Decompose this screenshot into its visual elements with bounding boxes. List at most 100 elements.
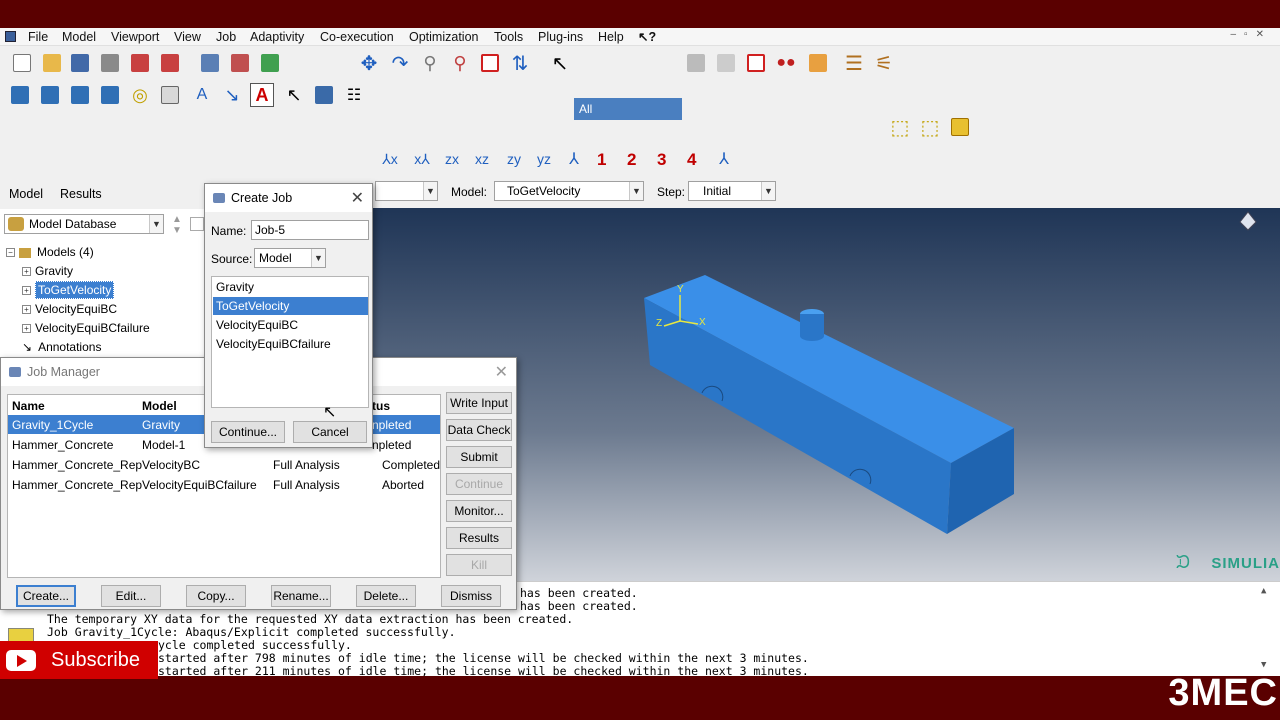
model-list-item[interactable]: Gravity (216, 280, 254, 294)
kill-button[interactable]: Kill (446, 554, 512, 576)
close-icon[interactable]: ✕ (495, 362, 508, 382)
cancel-button[interactable]: Cancel (293, 421, 367, 443)
tab-model[interactable]: Model (9, 187, 43, 201)
job-row-name[interactable]: Hammer_Concrete (12, 438, 113, 452)
job-row-model[interactable]: Gravity (142, 418, 180, 432)
mesh-cube-icon[interactable] (198, 51, 222, 75)
shaded-cube-icon[interactable] (948, 115, 972, 139)
mesh-cube-red-icon[interactable] (228, 51, 252, 75)
view-1-button[interactable]: 1 (597, 150, 606, 170)
subscribe-button[interactable]: Subscribe (0, 641, 158, 679)
menu-viewport[interactable]: Viewport (111, 28, 159, 46)
new-file-icon[interactable] (10, 51, 34, 75)
table-icon[interactable] (158, 83, 182, 107)
hidden-cube-icon[interactable]: ⬚ (918, 115, 942, 139)
tree-annotations-node[interactable]: ↘ Annotations (22, 340, 101, 354)
step-combo[interactable]: Initial ▼ (688, 181, 776, 201)
rotate-icon[interactable]: ↷ (388, 51, 412, 75)
model-list-item[interactable]: VelocityEquiBCfailure (216, 337, 331, 351)
model-combo[interactable]: ToGetVelocity ▼ (494, 181, 644, 201)
import-icon[interactable] (128, 51, 152, 75)
scroll-up-icon[interactable]: ▲ (1261, 586, 1266, 596)
job-row-model[interactable]: VelocityEquiBCfailure (142, 478, 257, 492)
ladder-2-icon[interactable]: ⚟ (872, 51, 896, 75)
module-combo[interactable]: ▼ (375, 181, 438, 201)
source-combo[interactable]: Model ▼ (254, 248, 326, 268)
auto-fit-icon[interactable] (478, 51, 502, 75)
view-4-button[interactable]: 4 (687, 150, 696, 170)
column-header-model[interactable]: Model (142, 399, 177, 413)
message-tab-icon[interactable] (8, 628, 34, 642)
job-row-name[interactable]: Hammer_Concrete_Rep (12, 458, 142, 472)
job-name-field[interactable] (251, 220, 369, 240)
menu-view[interactable]: View (174, 28, 201, 46)
legend-icon[interactable] (312, 83, 336, 107)
zoom-box-icon[interactable]: ⚲ (448, 51, 472, 75)
select-arrow-icon[interactable]: ↖ (548, 51, 572, 75)
job-row-status[interactable]: npleted (372, 438, 411, 452)
column-header-name[interactable]: Name (12, 399, 45, 413)
menu-plug-ins[interactable]: Plug-ins (538, 28, 583, 46)
results-button[interactable]: Results (446, 527, 512, 549)
context-help-icon[interactable]: ↖? (638, 28, 656, 46)
menu-help[interactable]: Help (598, 28, 624, 46)
job-row-model[interactable]: VelocityBC (142, 458, 200, 472)
pointer-icon[interactable]: ↖ (282, 83, 306, 107)
copy-button[interactable]: Copy... (186, 585, 246, 607)
pan-icon[interactable]: ✥ (357, 51, 381, 75)
selection-filter[interactable]: All (574, 98, 682, 120)
column-header-status[interactable]: tus (372, 399, 390, 413)
tree-models-node[interactable]: − Models (4) (6, 245, 94, 259)
data-check-button[interactable]: Data Check (446, 419, 512, 441)
cycle-icon[interactable]: ⇅ (508, 51, 532, 75)
view-iso-icon[interactable]: ⅄ (562, 147, 586, 171)
annotation-text-icon[interactable]: A (190, 83, 214, 107)
export-icon[interactable] (158, 51, 182, 75)
mesh-cube-green-icon[interactable] (258, 51, 282, 75)
create-button[interactable]: Create... (16, 585, 76, 607)
view-yz-icon[interactable]: yz (532, 147, 556, 171)
view-3-button[interactable]: 3 (657, 150, 666, 170)
job-row-status[interactable]: Completed (382, 458, 440, 472)
scroll-down-icon[interactable]: ▼ (1261, 660, 1266, 670)
open-folder-icon[interactable] (40, 51, 64, 75)
dismiss-button[interactable]: Dismiss (441, 585, 501, 607)
job-row-name[interactable]: Hammer_Concrete_Rep (12, 478, 142, 492)
message-scrollbar[interactable]: ▲ ▼ (1258, 586, 1272, 672)
model-list[interactable]: Gravity ToGetVelocity VelocityEquiBC Vel… (211, 276, 369, 408)
view-axis-icon[interactable]: ⅄ (712, 147, 736, 171)
window-controls[interactable]: –▫✕ (1231, 29, 1273, 40)
menu-file[interactable]: File (28, 28, 48, 46)
tree-item-velocityequibc[interactable]: + VelocityEquiBC (22, 302, 117, 316)
view-yx-icon[interactable]: x⅄ (410, 147, 434, 171)
selection-method-icon[interactable]: ●● (774, 51, 798, 75)
job-row-model[interactable]: Model-1 (142, 438, 185, 452)
write-input-button[interactable]: Write Input (446, 392, 512, 414)
edit-button[interactable]: Edit... (101, 585, 161, 607)
job-row-type[interactable]: Full Analysis (273, 458, 340, 472)
tree-option-icon[interactable] (190, 217, 204, 231)
model-list-item[interactable]: VelocityEquiBC (216, 318, 298, 332)
print-icon[interactable] (98, 51, 122, 75)
job-row-name[interactable]: Gravity_1Cycle (12, 418, 93, 432)
close-icon[interactable]: ✕ (351, 188, 364, 208)
menu-model[interactable]: Model (62, 28, 96, 46)
menu-optimization[interactable]: Optimization (409, 28, 478, 46)
magnify-icon[interactable]: ⚲ (418, 51, 442, 75)
view-2-button[interactable]: 2 (627, 150, 636, 170)
continue-job-button[interactable]: Continue (446, 473, 512, 495)
tree-item-gravity[interactable]: + Gravity (22, 264, 73, 278)
job-row-status[interactable]: npleted (372, 418, 411, 432)
model-list-item[interactable]: ToGetVelocity (216, 299, 289, 313)
continue-button[interactable]: Continue... (211, 421, 285, 443)
display-group-4-icon[interactable] (98, 83, 122, 107)
job-row-status[interactable]: Aborted (382, 478, 424, 492)
wireframe-cube-icon[interactable]: ⬚ (888, 115, 912, 139)
select-option-2-icon[interactable] (714, 51, 738, 75)
list-icon[interactable]: ☷ (342, 83, 366, 107)
display-group-3-icon[interactable] (68, 83, 92, 107)
submit-button[interactable]: Submit (446, 446, 512, 468)
menu-adaptivity[interactable]: Adaptivity (250, 28, 304, 46)
tree-nav-icon[interactable]: ▲ ▼ (172, 214, 182, 236)
tree-item-togetvelocity[interactable]: + ToGetVelocity (22, 281, 115, 299)
